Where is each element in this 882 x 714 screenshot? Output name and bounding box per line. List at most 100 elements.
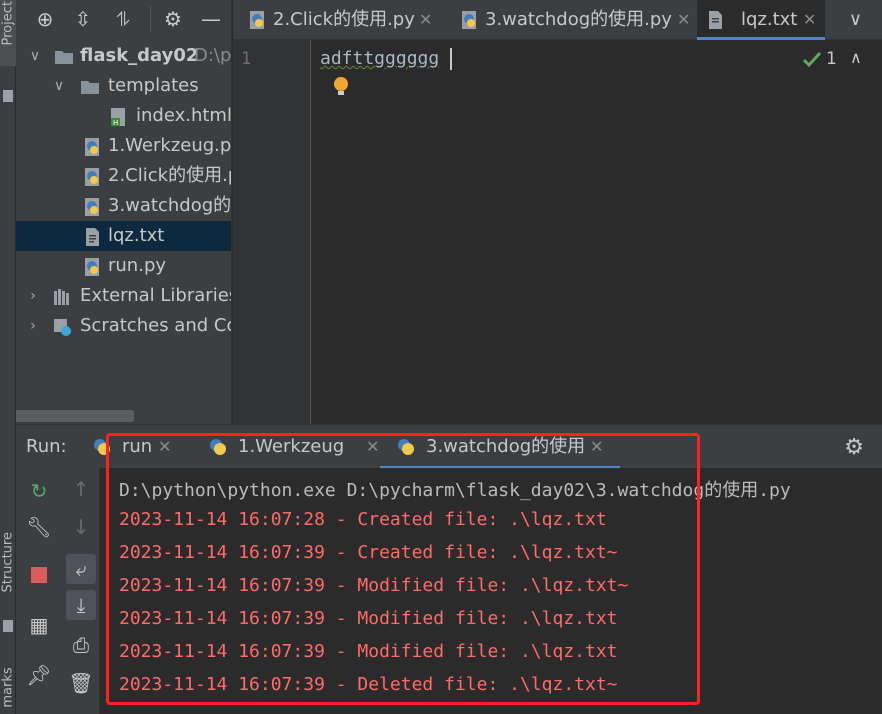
- tab-click-py[interactable]: 2.Click的使用.py ✕: [247, 0, 443, 40]
- text-file-icon: [86, 228, 99, 246]
- structure-tool-label[interactable]: Structure: [1, 532, 16, 592]
- tree-item-click[interactable]: 2.Click的使用.p: [16, 161, 231, 191]
- python-icon: [94, 439, 110, 455]
- arrow-down-icon[interactable]: ↓: [68, 514, 94, 540]
- line-number: 1: [241, 49, 252, 69]
- console-log-line: 2023-11-14 16:07:39 - Created file: .\lq…: [119, 542, 618, 563]
- close-icon[interactable]: ✕: [158, 425, 171, 469]
- chevron-down-icon[interactable]: ∨: [849, 0, 862, 40]
- python-file-icon: [250, 11, 264, 29]
- chevron-down-icon[interactable]: ∨: [52, 71, 66, 101]
- chevron-up-icon[interactable]: ∧: [850, 48, 862, 67]
- lightbulb-icon[interactable]: [332, 76, 350, 98]
- tree-item-external-libraries[interactable]: › External Libraries: [16, 281, 232, 311]
- tree-item-index-html[interactable]: H index.html: [16, 101, 231, 131]
- tree-item-run-py[interactable]: run.py: [16, 251, 231, 281]
- library-icon: [54, 289, 69, 305]
- collapse-all-icon[interactable]: ⥮: [112, 8, 134, 30]
- trash-icon[interactable]: 🗑︎: [68, 670, 94, 696]
- console-log-line: 2023-11-14 16:07:39 - Modified file: .\l…: [119, 608, 618, 629]
- console-log-line: 2023-11-14 16:07:28 - Created file: .\lq…: [119, 509, 607, 530]
- console-log-line: 2023-11-14 16:07:39 - Modified file: .\l…: [119, 641, 618, 662]
- editor-tabs-bar: 2.Click的使用.py ✕ 3.watchdog的使用.py ✕ lqz.t…: [233, 0, 882, 40]
- gear-icon[interactable]: ⚙: [162, 8, 184, 30]
- gear-icon[interactable]: ⚙: [844, 435, 864, 460]
- root-folder-label: flask_day02: [80, 45, 199, 66]
- close-icon[interactable]: ✕: [803, 0, 816, 40]
- console-log-line: 2023-11-14 16:07:39 - Modified file: .\l…: [119, 575, 629, 596]
- tab-label: 3.watchdog的使用.py: [485, 9, 672, 30]
- close-icon[interactable]: ✕: [590, 425, 603, 469]
- file-label: 3.watchdog的使: [108, 195, 232, 216]
- stop-icon[interactable]: [26, 562, 52, 588]
- run-tab-label: 3.watchdog的使用: [426, 436, 586, 457]
- scratches-icon: [54, 319, 71, 336]
- external-libraries-label: External Libraries: [80, 285, 232, 306]
- chevron-right-icon[interactable]: ›: [26, 281, 40, 311]
- tab-watchdog-py[interactable]: 3.watchdog的使用.py ✕: [459, 0, 691, 40]
- run-tab-watchdog[interactable]: 3.watchdog的使用 ✕: [380, 425, 620, 469]
- run-panel-header: Run: run ✕ 1.Werkzeug ✕ 3.watchdog的使用 ✕ …: [16, 424, 882, 469]
- project-toolbar: ⊕ ⇳ ⥮ ⚙ —: [16, 0, 231, 40]
- tree-item-root[interactable]: ∨ flask_day02 D:\p: [16, 41, 232, 71]
- console-log-line: 2023-11-14 16:07:39 - Deleted file: .\lq…: [119, 674, 618, 695]
- file-label: 1.Werkzeug.py: [108, 135, 232, 156]
- tab-lqz-txt[interactable]: lqz.txt ✕: [697, 0, 825, 40]
- html-file-icon: H: [111, 108, 125, 127]
- run-tab-werkzeug[interactable]: 1.Werkzeug ✕: [208, 425, 384, 469]
- arrow-up-icon[interactable]: ↑: [68, 476, 94, 502]
- close-icon[interactable]: ✕: [366, 425, 379, 469]
- python-file-icon: [462, 11, 476, 29]
- rerun-icon[interactable]: ↻: [26, 478, 52, 504]
- layout-icon[interactable]: ▦: [26, 612, 52, 638]
- root-folder-path: D:\p: [194, 45, 232, 66]
- chevron-right-icon[interactable]: ›: [26, 311, 40, 341]
- run-tab-run[interactable]: run ✕: [92, 425, 202, 469]
- run-toolbar: ↻ 🔧︎ ▦ 📌︎: [16, 468, 64, 714]
- close-icon[interactable]: ✕: [677, 0, 690, 40]
- run-toolbar-secondary: ↑ ↓ ⤶ ⤓ ⎙ 🗑︎: [64, 468, 100, 714]
- expand-all-icon[interactable]: ⇳: [72, 8, 94, 30]
- tree-item-lqz-txt[interactable]: lqz.txt: [16, 221, 231, 251]
- close-icon[interactable]: ✕: [419, 0, 432, 40]
- tree-item-templates[interactable]: ∨ templates: [16, 71, 231, 101]
- templates-folder-label: templates: [108, 75, 199, 96]
- run-tab-label: run: [122, 436, 153, 457]
- project-strip-icon: [3, 90, 13, 102]
- tab-label: lqz.txt: [741, 9, 798, 30]
- text-file-icon: [709, 11, 722, 29]
- console-output[interactable]: D:\python\python.exe D:\pycharm\flask_da…: [100, 468, 882, 714]
- target-icon[interactable]: ⊕: [34, 8, 56, 30]
- horizontal-scrollbar[interactable]: [16, 410, 134, 422]
- text-caret: [450, 48, 452, 70]
- inspection-count: 1: [826, 49, 837, 69]
- chevron-down-icon[interactable]: ∨: [28, 41, 42, 71]
- structure-strip-icon: [3, 620, 13, 632]
- toolbar-divider: [150, 6, 151, 32]
- run-tab-label: 1.Werkzeug: [238, 436, 345, 457]
- scratches-label: Scratches and Cor: [80, 315, 232, 336]
- tree-item-watchdog[interactable]: 3.watchdog的使: [16, 191, 232, 221]
- folder-icon: [55, 51, 73, 64]
- left-tool-strip: Project Structure marks: [0, 0, 16, 714]
- tree-item-scratches[interactable]: › Scratches and Cor: [16, 311, 232, 341]
- python-icon: [398, 439, 414, 455]
- project-panel: ⊕ ⇳ ⥮ ⚙ — ∨ flask_day02 D:\p ∨ templates…: [16, 0, 232, 424]
- scroll-to-end-icon[interactable]: ⤓: [66, 590, 96, 620]
- svg-text:H: H: [113, 119, 118, 127]
- editor-gutter: 1: [233, 40, 311, 424]
- soft-wrap-icon[interactable]: ⤶: [66, 554, 96, 584]
- check-icon: [802, 51, 822, 68]
- pin-icon[interactable]: 📌︎: [26, 662, 52, 688]
- wrench-icon[interactable]: 🔧︎: [26, 514, 52, 540]
- tree-item-werkzeug[interactable]: 1.Werkzeug.py: [16, 131, 232, 161]
- editor-area[interactable]: adfttgggggg: [312, 40, 882, 424]
- python-file-icon: [85, 138, 99, 156]
- minimize-icon[interactable]: —: [200, 8, 222, 30]
- project-tool-label[interactable]: Project: [1, 1, 16, 45]
- run-panel-label: Run:: [26, 436, 67, 457]
- bookmarks-tool-label[interactable]: marks: [1, 666, 16, 710]
- console-command-line: D:\python\python.exe D:\pycharm\flask_da…: [119, 480, 791, 501]
- code-line[interactable]: adfttgggggg: [320, 48, 439, 69]
- print-icon[interactable]: ⎙: [68, 632, 94, 658]
